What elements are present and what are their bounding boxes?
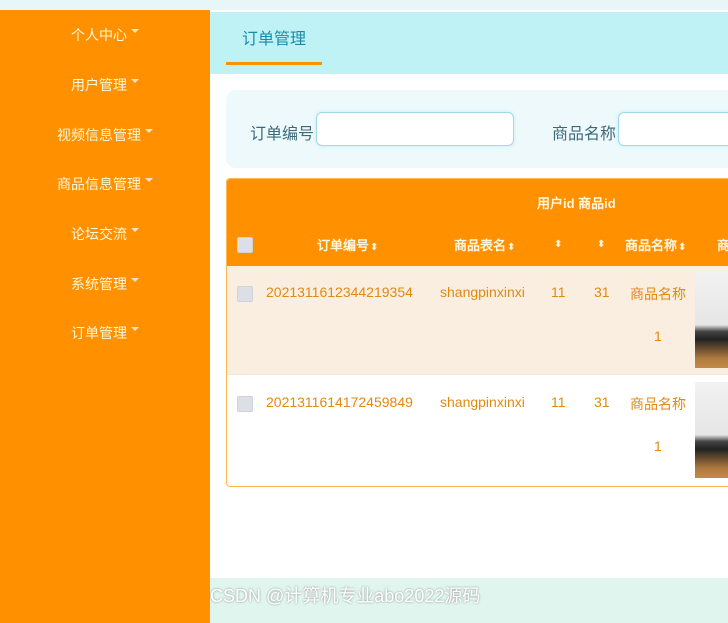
product-name-input[interactable] (618, 112, 728, 146)
cell-order-no: 2021311614172459849 (266, 394, 413, 410)
sidebar-item-label: 个人中心 (71, 27, 127, 43)
sort-icon[interactable]: ⬍ (597, 239, 605, 250)
caret-down-icon (145, 129, 153, 133)
cell-user-id: 11 (551, 284, 566, 300)
group-header-user-product-id: 用户id 商品id (537, 196, 616, 211)
order-no-input[interactable] (316, 112, 514, 146)
cell-product-id: 31 (594, 394, 610, 410)
column-header-user-id[interactable]: ⬍ (553, 235, 562, 250)
caret-down-icon (131, 228, 139, 232)
watermark-text: CSDN @计算机专业abo2022源码 (210, 586, 481, 606)
caret-down-icon (131, 278, 139, 282)
main-content: 订单管理 订单编号 商品名称 用户id 商品id 订单编号⬍ 商品表名⬍ ⬍ ⬍… (210, 10, 728, 623)
row-divider (227, 374, 728, 375)
sidebar-item-personal-center[interactable]: 个人中心 (0, 20, 210, 50)
select-all-checkbox[interactable] (237, 237, 253, 253)
row-checkbox[interactable] (237, 286, 253, 302)
cell-product-name-line2: 1 (654, 328, 662, 344)
column-header-truncated: 商 (717, 235, 728, 254)
sort-icon[interactable]: ⬍ (507, 242, 515, 253)
sort-icon[interactable]: ⬍ (370, 242, 378, 253)
tab-bar: 订单管理 (210, 12, 728, 74)
sidebar-item-video-management[interactable]: 视频信息管理 (0, 120, 210, 150)
top-bar (0, 0, 728, 10)
sidebar-item-label: 用户管理 (71, 77, 127, 93)
column-header-order-no[interactable]: 订单编号⬍ (317, 235, 378, 254)
sort-icon[interactable]: ⬍ (554, 239, 562, 250)
column-header-label: 商品表名 (454, 238, 507, 253)
caret-down-icon (145, 178, 153, 182)
caret-down-icon (131, 29, 139, 33)
sidebar-item-label: 系统管理 (71, 276, 127, 292)
sidebar-item-order-management[interactable]: 订单管理 (0, 318, 210, 348)
sidebar-item-product-management[interactable]: 商品信息管理 (0, 169, 210, 199)
cell-user-id: 11 (551, 394, 566, 410)
order-no-label: 订单编号 (250, 126, 315, 143)
column-header-product-id[interactable]: ⬍ (596, 235, 605, 250)
caret-down-icon (131, 327, 139, 331)
column-header-label: 商品名称 (625, 238, 678, 253)
cell-product-name-line2: 1 (654, 438, 662, 454)
sidebar-item-user-management[interactable]: 用户管理 (0, 70, 210, 100)
active-tab-indicator (226, 62, 322, 65)
table-header: 用户id 商品id 订单编号⬍ 商品表名⬍ ⬍ ⬍ 商品名称⬍ 商 (227, 179, 728, 266)
orders-table: 用户id 商品id 订单编号⬍ 商品表名⬍ ⬍ ⬍ 商品名称⬍ 商 202131… (226, 178, 728, 487)
sidebar-item-label: 商品信息管理 (57, 176, 141, 192)
column-header-product-name[interactable]: 商品名称⬍ (625, 235, 686, 254)
product-name-label: 商品名称 (552, 126, 617, 143)
cell-order-no: 2021311612344219354 (266, 284, 413, 300)
cell-product-name: 商品名称 (630, 396, 686, 412)
table-row[interactable]: 2021311612344219354 shangpinxinxi 11 31 … (227, 266, 728, 374)
search-panel: 订单编号 商品名称 (226, 90, 728, 168)
cell-product-name: 商品名称 (630, 286, 686, 302)
cell-product-id: 31 (594, 284, 610, 300)
column-header-label: 订单编号 (317, 238, 370, 253)
product-image (695, 382, 728, 478)
table-row[interactable]: 2021311614172459849 shangpinxinxi 11 31 … (227, 376, 728, 484)
sidebar-item-label: 论坛交流 (71, 226, 127, 242)
sidebar-item-system-management[interactable]: 系统管理 (0, 269, 210, 299)
cell-table-name: shangpinxinxi (440, 284, 525, 300)
row-checkbox[interactable] (237, 396, 253, 412)
cell-table-name: shangpinxinxi (440, 394, 525, 410)
sidebar-item-forum[interactable]: 论坛交流 (0, 219, 210, 249)
column-header-table-name[interactable]: 商品表名⬍ (454, 235, 515, 254)
caret-down-icon (131, 79, 139, 83)
tab-order-management[interactable]: 订单管理 (226, 12, 322, 62)
sidebar: 个人中心 用户管理 视频信息管理 商品信息管理 论坛交流 系统管理 订单管理 (0, 10, 210, 623)
product-image (695, 272, 728, 368)
sidebar-item-label: 视频信息管理 (57, 127, 141, 143)
sort-icon[interactable]: ⬍ (678, 242, 686, 253)
sidebar-item-label: 订单管理 (71, 325, 127, 341)
